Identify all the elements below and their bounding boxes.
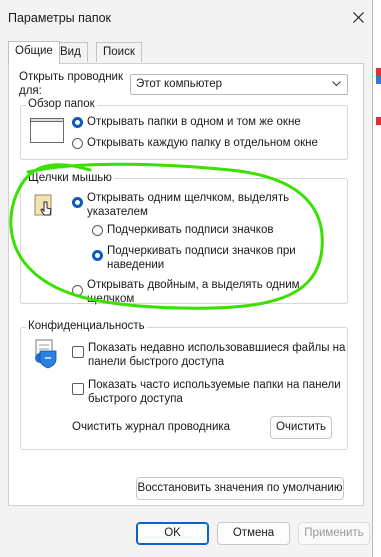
same-window-label: Открывать папки в одном и том же окне [87,116,301,128]
background-accent-red-2 [376,117,381,125]
radio-underline-always[interactable] [92,225,103,236]
radio-single-click[interactable] [72,197,83,208]
separate-window-label: Открывать каждую папку в отдельном окне [87,137,318,149]
open-explorer-dropdown[interactable]: Этот компьютер [130,74,348,95]
apply-button[interactable]: Применить [298,522,370,545]
radio-double-click[interactable] [72,285,83,296]
background-accent-blue [376,76,381,84]
cancel-button[interactable]: Отмена [217,522,290,545]
frequent-folders-label-2: быстрого доступа [88,393,183,405]
browse-folders-title: Обзор папок [26,98,97,110]
frequent-folders-label: Показать часто используемые папки на пан… [88,379,341,391]
underline-hover-label-2: наведении [107,259,165,271]
browse-folders-group [20,105,348,160]
radio-underline-hover[interactable] [92,250,103,261]
close-button[interactable] [344,2,373,32]
hand-pointer-icon [34,194,52,216]
title-bar: Параметры папок [0,0,373,34]
double-click-label: Открывать двойным, а выделять одним [87,279,300,291]
recent-files-label-2: панели быстрого доступа [88,356,225,368]
window-icon [30,118,64,143]
single-click-label: Открывать одним щелчком, выделять [87,192,290,204]
open-explorer-value: Этот компьютер [136,78,222,90]
click-items-title: Щелчки мышью [26,172,114,184]
tab-search[interactable]: Поиск [96,42,142,62]
close-icon [353,12,364,23]
privacy-title: Конфиденциальность [26,320,147,332]
underline-always-label: Подчеркивать подписи значков [107,224,274,236]
clear-history-label: Очистить журнал проводника [72,421,231,433]
clear-history-button[interactable]: Очистить [270,416,332,439]
underline-hover-label: Подчеркивать подписи значков при [107,245,296,257]
checkbox-frequent-folders[interactable] [72,383,84,395]
chevron-down-icon [332,81,341,87]
double-click-label-2: щелчком [87,293,135,305]
single-click-label-2: указателем [87,206,148,218]
window-title: Параметры папок [8,11,112,25]
open-explorer-label-2: для: [19,85,42,97]
recent-files-label: Показать недавно использовавшиеся файлы … [88,342,346,354]
tab-general[interactable]: Общие [8,41,60,64]
open-explorer-label: Открыть проводник [19,71,124,83]
radio-same-window[interactable] [72,117,83,128]
folder-options-window: Параметры папок Общие Вид Поиск Открыть … [0,0,373,557]
restore-defaults-button[interactable]: Восстановить значения по умолчанию [136,477,344,500]
checkbox-recent-files[interactable] [72,346,84,358]
privacy-icon [35,339,57,369]
radio-separate-window[interactable] [72,138,83,149]
background-accent-red [376,68,381,76]
ok-button[interactable]: OK [136,522,209,545]
